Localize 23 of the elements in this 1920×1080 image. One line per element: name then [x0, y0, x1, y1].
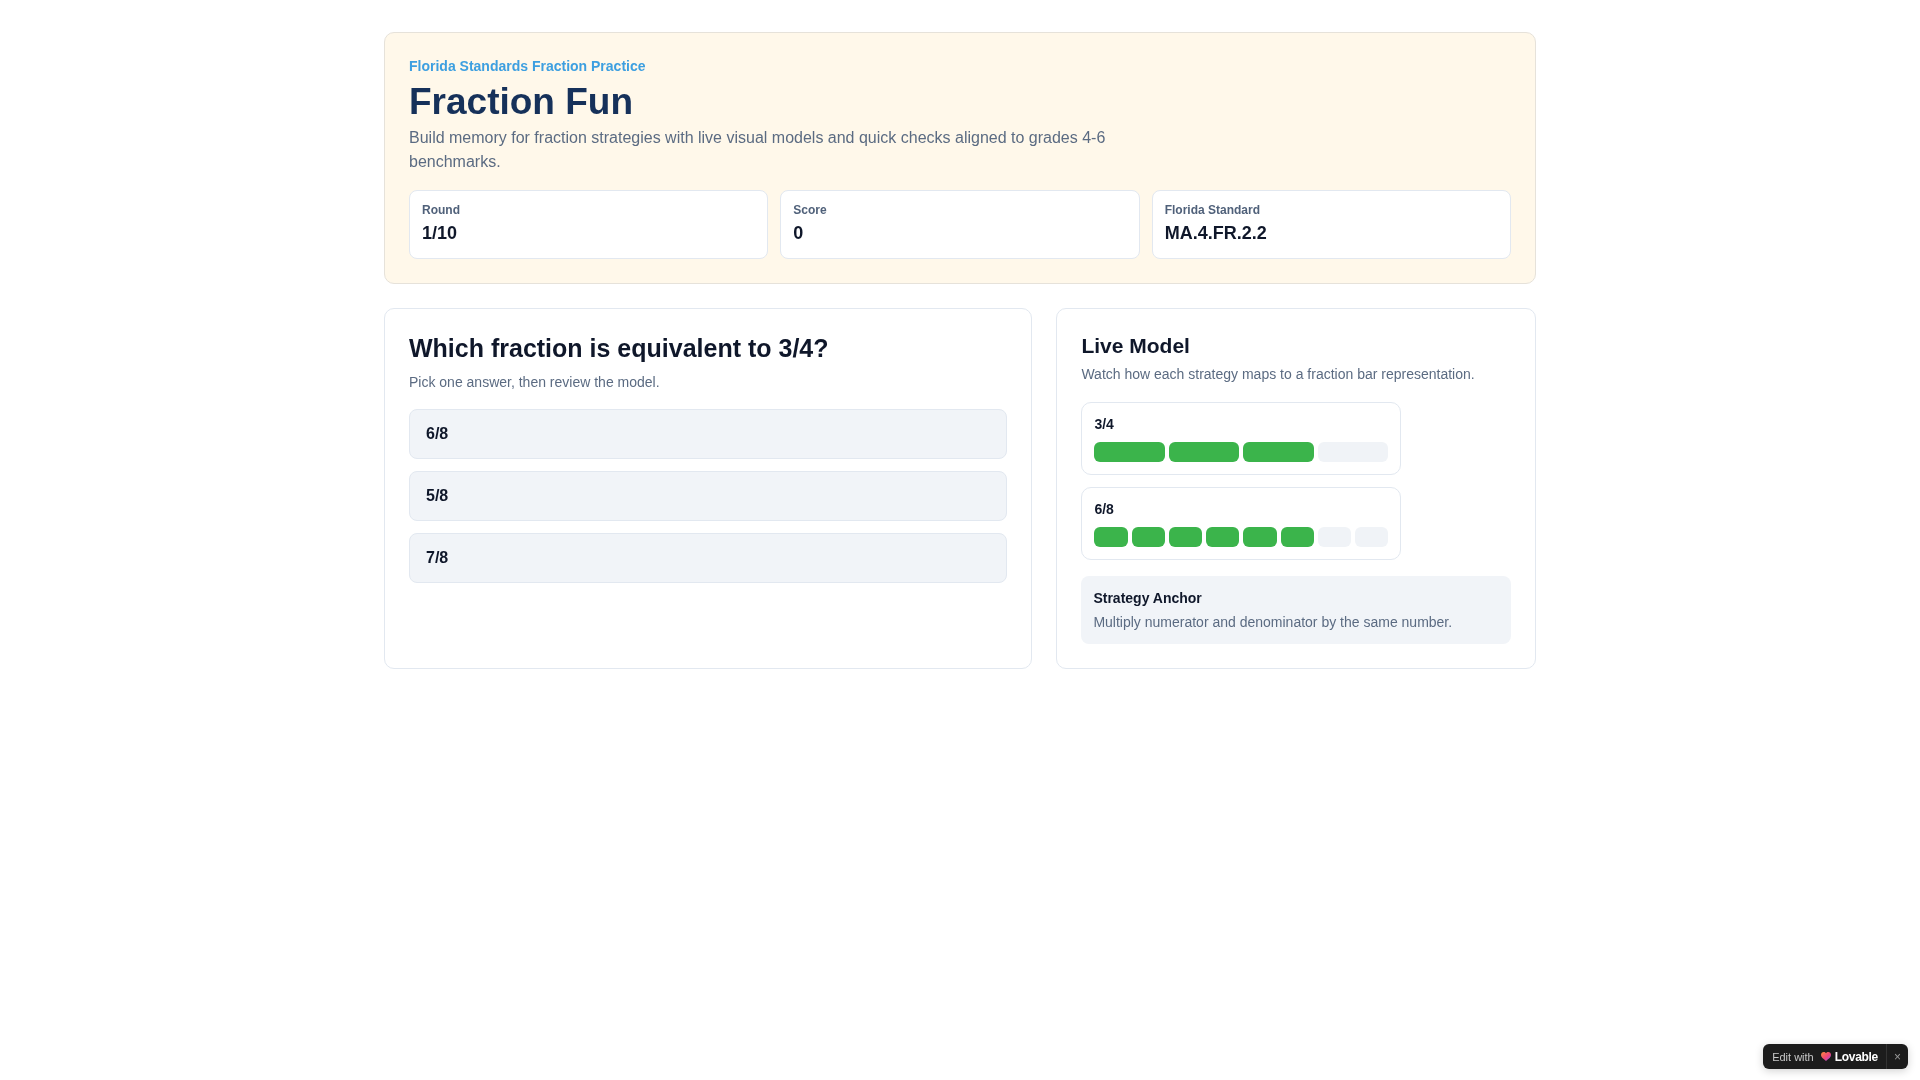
stat-label: Round: [422, 202, 461, 218]
edit-with-link[interactable]: Edit with Lovable: [1763, 1049, 1886, 1064]
strategy-text: Multiply numerator and denominator by the same number.: [1093, 613, 1454, 632]
stat-value: 0: [793, 222, 805, 245]
answer-option[interactable]: 6/8: [409, 409, 1008, 459]
strategy-title: Strategy Anchor: [1093, 589, 1203, 608]
stat-value: MA.4.FR.2.2: [1164, 222, 1268, 245]
model-title: Live Model: [1081, 333, 1191, 359]
question-title: Which fraction is equivalent to 3/4?: [409, 333, 830, 364]
answer-option[interactable]: 7/8: [409, 533, 1008, 583]
question-hint: Pick one answer, then review the model.: [409, 373, 661, 392]
description-text: Build memory for fraction strategies with live visual models and quick checks aligned to grades 4-6 benchmarks.: [409, 128, 1107, 172]
close-button[interactable]: ×: [1887, 1049, 1908, 1064]
fraction-label: 6/8: [1094, 500, 1115, 519]
stat-value: 1/10: [422, 222, 459, 245]
stat-label: Florida Standard: [1164, 202, 1261, 218]
answer-option[interactable]: 5/8: [409, 471, 1008, 521]
stat-label: Score: [793, 202, 828, 218]
page-title: Fraction Fun: [409, 80, 635, 124]
heart-icon: [1820, 1052, 1831, 1061]
fraction-label: 3/4: [1094, 415, 1115, 434]
eyebrow-text: Florida Standards Fraction Practice: [409, 57, 647, 76]
model-subtitle: Watch how each strategy maps to a fraction bar representation.: [1081, 365, 1476, 384]
